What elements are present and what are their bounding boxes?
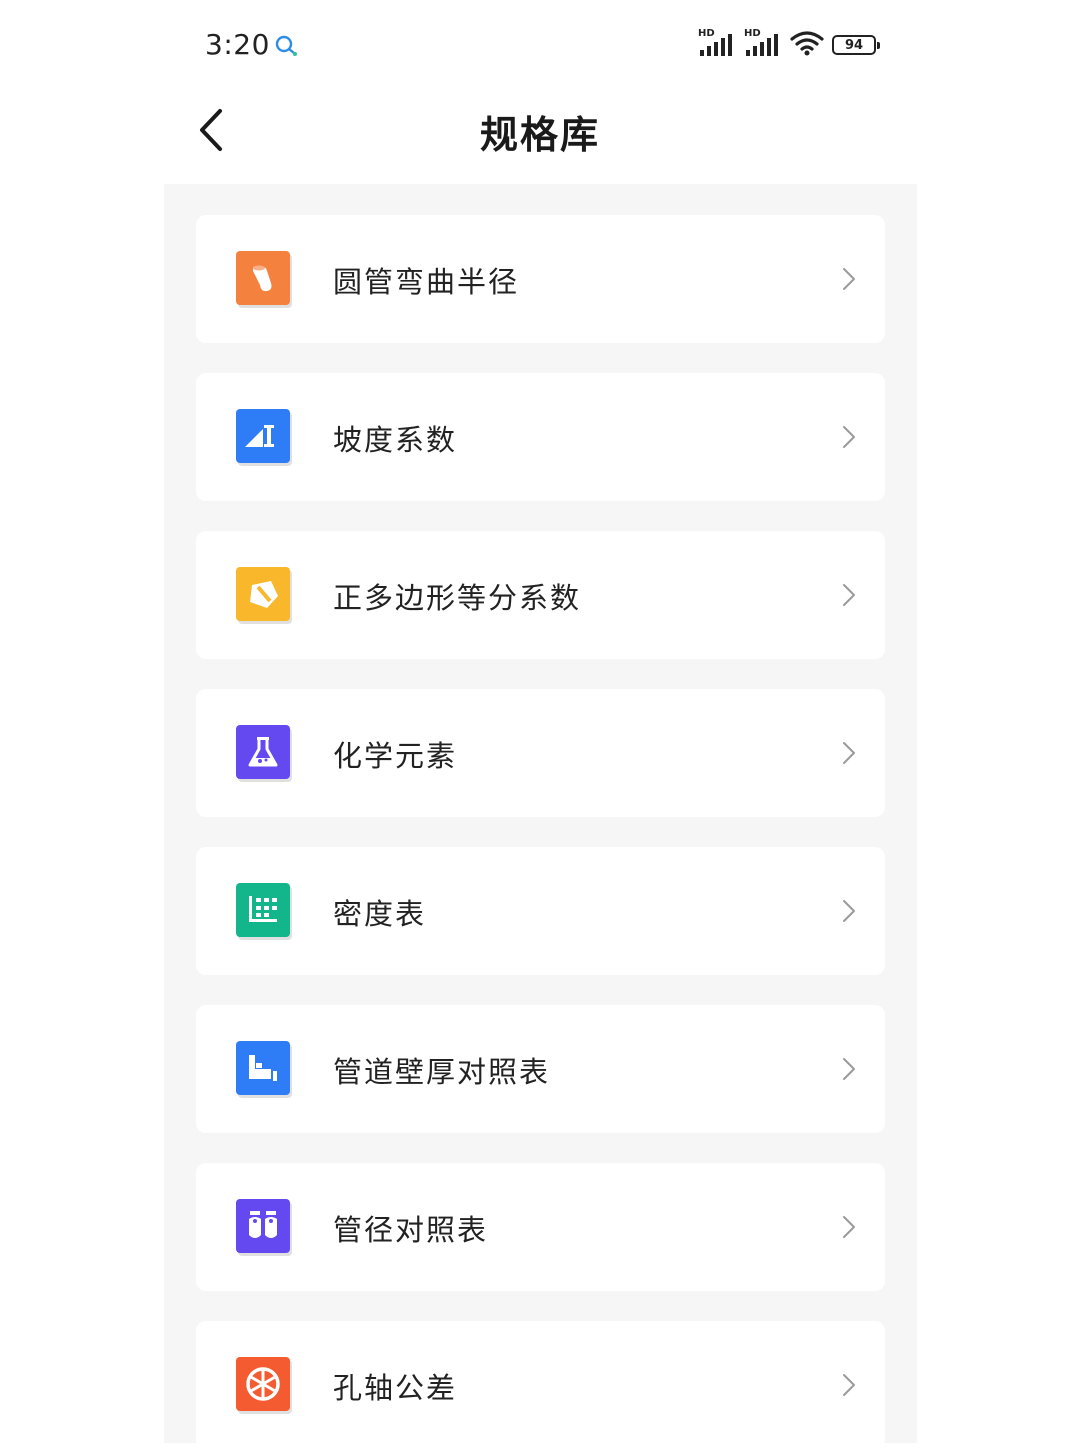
pipe-wall-icon bbox=[236, 1041, 290, 1095]
list-item-polygon-coefficient[interactable]: 正多边形等分系数 bbox=[196, 531, 885, 659]
spec-library-list: 圆管弯曲半径 坡度系数 正多边形等分系数 化学元素 密度表 管道壁厚对照表 管径… bbox=[164, 184, 917, 1449]
polygon-icon bbox=[236, 567, 290, 621]
list-item-label: 孔轴公差 bbox=[333, 1371, 458, 1405]
list-item-label: 圆管弯曲半径 bbox=[333, 265, 520, 299]
wheel-icon bbox=[236, 1357, 290, 1411]
list-item-label: 密度表 bbox=[333, 897, 427, 931]
list-item-label: 化学元素 bbox=[333, 739, 458, 773]
grid-table-icon bbox=[236, 883, 290, 937]
status-bar: 3:20 HD HD 94 bbox=[0, 0, 1080, 90]
list-item-label: 管径对照表 bbox=[333, 1213, 489, 1247]
list-item-pipe-wall-thickness[interactable]: 管道壁厚对照表 bbox=[196, 1005, 885, 1133]
chevron-right-icon bbox=[843, 900, 855, 922]
list-item-density-table[interactable]: 密度表 bbox=[196, 847, 885, 975]
signal-icon: HD bbox=[698, 28, 736, 58]
slope-icon bbox=[236, 409, 290, 463]
chevron-right-icon bbox=[843, 268, 855, 290]
list-item-label: 管道壁厚对照表 bbox=[333, 1055, 551, 1089]
list-item-label: 正多边形等分系数 bbox=[333, 581, 582, 615]
list-item-label: 坡度系数 bbox=[333, 423, 458, 457]
chevron-right-icon bbox=[843, 1216, 855, 1238]
list-item-hole-shaft-tolerance[interactable]: 孔轴公差 bbox=[196, 1321, 885, 1449]
bent-pipe-icon bbox=[236, 251, 290, 305]
flask-icon bbox=[236, 725, 290, 779]
page-title: 规格库 bbox=[479, 113, 600, 157]
list-item-chemical-elements[interactable]: 化学元素 bbox=[196, 689, 885, 817]
chevron-right-icon bbox=[843, 742, 855, 764]
wifi-icon bbox=[790, 30, 824, 60]
status-time: 3:20 bbox=[205, 28, 270, 61]
signal-icon-2: HD bbox=[744, 28, 782, 58]
chevron-right-icon bbox=[843, 1058, 855, 1080]
status-indicators: HD HD 94 bbox=[698, 28, 880, 60]
list-item-pipe-diameter[interactable]: 管径对照表 bbox=[196, 1163, 885, 1291]
header: 规格库 bbox=[0, 90, 1080, 170]
battery-icon: 94 bbox=[832, 35, 880, 55]
list-item-bend-radius[interactable]: 圆管弯曲半径 bbox=[196, 215, 885, 343]
chevron-right-icon bbox=[843, 1374, 855, 1396]
chevron-right-icon bbox=[843, 426, 855, 448]
pipe-diameter-icon bbox=[236, 1199, 290, 1253]
battery-level: 94 bbox=[844, 37, 864, 53]
chevron-right-icon bbox=[843, 584, 855, 606]
list-item-slope-coefficient[interactable]: 坡度系数 bbox=[196, 373, 885, 501]
notification-icon bbox=[274, 34, 298, 56]
